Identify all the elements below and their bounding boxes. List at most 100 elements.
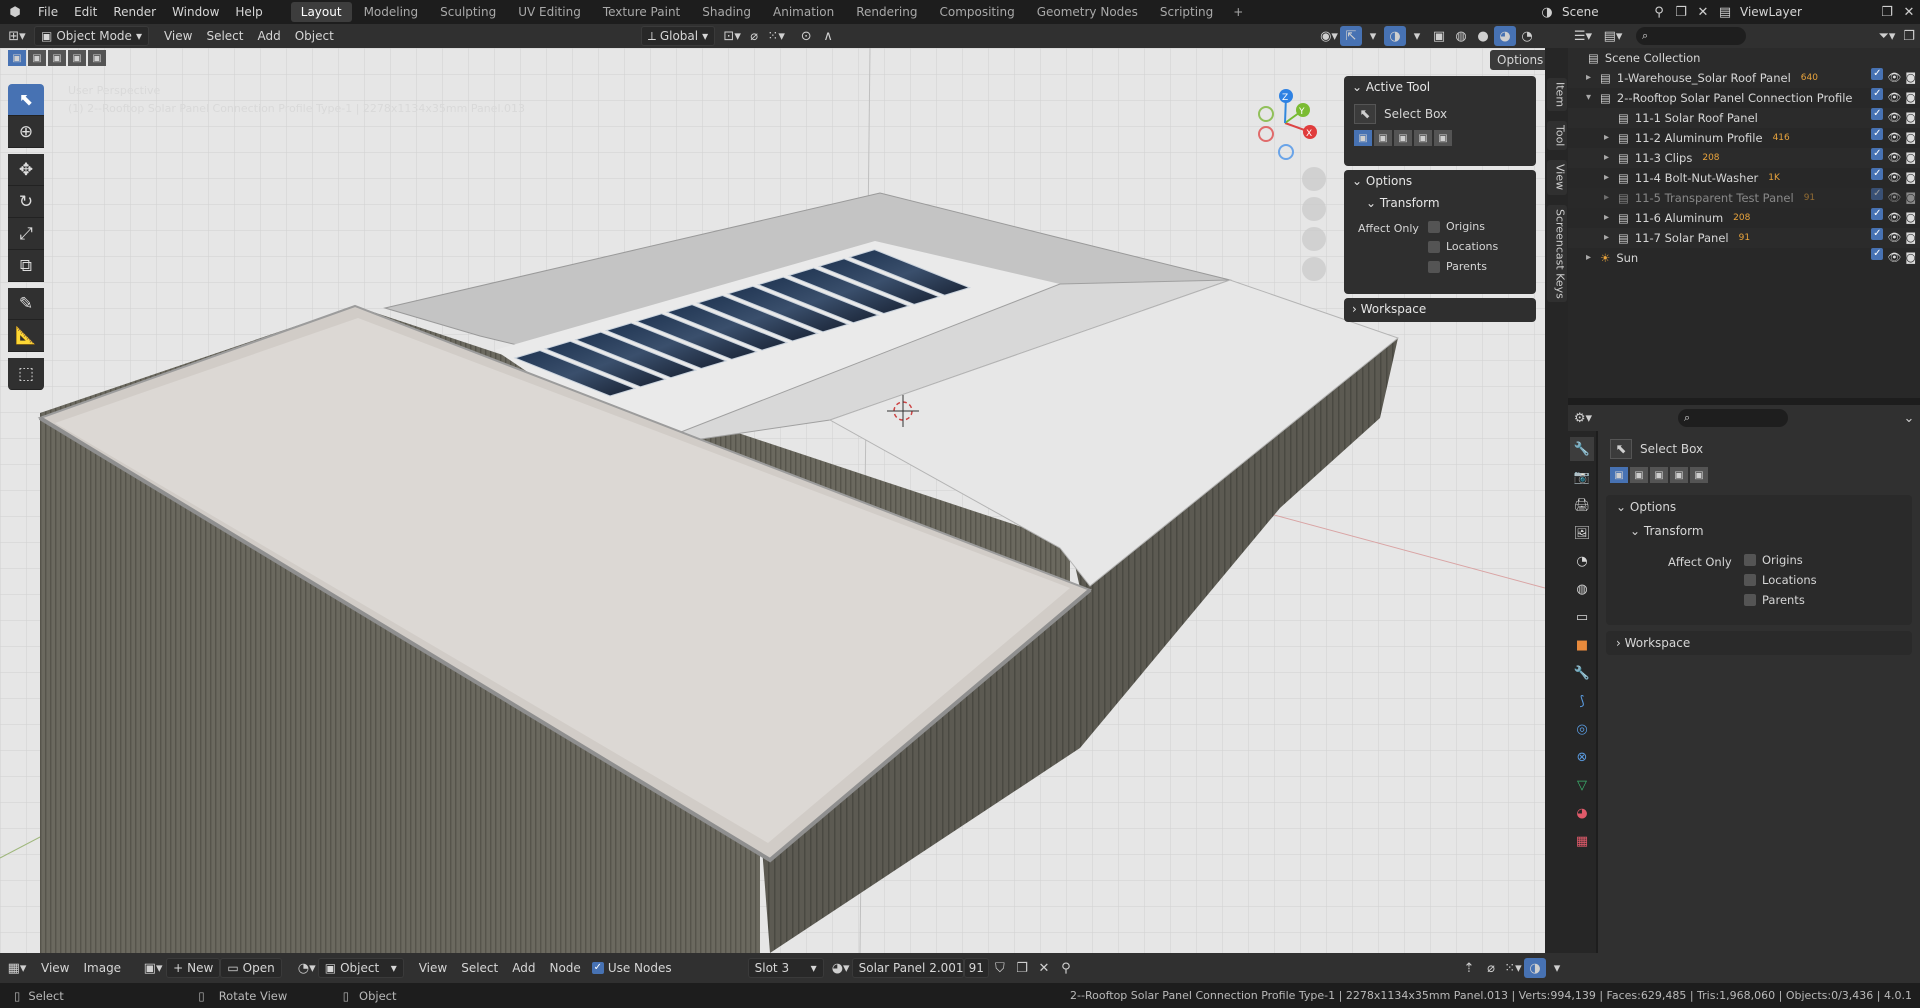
render-camera-icon[interactable]: ◙ [1905,168,1916,188]
view-layer-icon[interactable]: ▤ [1714,2,1736,22]
mode-subtract-icon[interactable]: ▣ [1394,130,1412,146]
delete-view-layer-icon[interactable]: ✕ [1898,2,1920,22]
material-users-count[interactable]: 91 [963,958,989,978]
tab-compositing[interactable]: Compositing [929,2,1024,22]
eye-icon[interactable]: 👁 [1887,128,1901,148]
menu-object[interactable]: Object [288,26,341,46]
material-browse-icon[interactable]: ◕▾ [830,958,852,978]
visibility-checkbox-icon[interactable] [1871,68,1884,80]
side-tab-tool[interactable]: Tool [1546,121,1567,151]
side-tab-view[interactable]: View [1546,160,1567,195]
pin-icon[interactable]: ⚲ [1055,958,1077,978]
properties-search-input[interactable]: ⌕ [1678,409,1788,427]
select-subtract-icon[interactable]: ▣ [48,50,66,66]
pivot-icon[interactable]: ⊡▾ [721,26,743,46]
mode-invert-icon[interactable]: ▣ [1414,130,1432,146]
select-box-tool-icon[interactable]: ⬉ [8,84,44,116]
mode-new-icon[interactable]: ▣ [1610,467,1628,483]
chevron-right-icon[interactable]: ▸ [1604,168,1618,188]
tab-animation[interactable]: Animation [763,2,844,22]
eye-icon[interactable]: 👁 [1887,148,1901,168]
menu-view-left[interactable]: View [34,958,76,978]
visibility-checkbox-icon[interactable] [1871,228,1884,240]
eye-icon[interactable]: 👁 [1887,228,1901,248]
shader-type-icon[interactable]: ◔▾ [296,958,318,978]
prop-options-header[interactable]: ⌄ Options [1606,495,1912,519]
mode-extend-icon[interactable]: ▣ [1374,130,1392,146]
mode-intersect-icon[interactable]: ▣ [1434,130,1452,146]
outliner-search-input[interactable]: ⌕ [1636,27,1746,45]
properties-editor-icon[interactable]: ⚙▾ [1568,408,1598,428]
active-tool-header[interactable]: ⌄ Active Tool [1344,76,1536,98]
slot-dropdown[interactable]: Slot 3 ▾ [747,958,824,978]
overlay-toggle-icon[interactable]: ◑ [1384,26,1406,46]
render-camera-icon[interactable]: ◙ [1905,68,1916,88]
tab-scripting[interactable]: Scripting [1150,2,1223,22]
select-intersect-icon[interactable]: ▣ [88,50,106,66]
visibility-icon[interactable]: ◉▾ [1318,26,1340,46]
render-tab-icon[interactable]: 📷 [1570,465,1594,489]
tab-rendering[interactable]: Rendering [846,2,927,22]
fake-user-icon[interactable]: ⛉ [989,958,1011,978]
texture-tab-icon[interactable]: ▦ [1570,829,1594,853]
outliner-row[interactable]: ▸☀ Sun 👁◙ [1568,248,1920,268]
side-tab-screencast-keys[interactable]: Screencast Keys [1546,204,1567,303]
annotate-tool-icon[interactable]: ✎ [8,288,44,320]
render-camera-icon[interactable]: ◙ [1905,88,1916,108]
cursor-tool-icon[interactable]: ⊕ [8,116,44,148]
measure-tool-icon[interactable]: 📐 [8,320,44,352]
workspace-panel[interactable]: › Workspace [1344,298,1536,322]
outliner-row[interactable]: ▸▤ 11-5 Transparent Test Panel 91 👁◙ [1568,188,1920,208]
eye-icon[interactable]: 👁 [1887,108,1901,128]
pan-hand-icon[interactable] [1302,197,1326,221]
prop-parents-checkbox[interactable]: Parents [1744,593,1805,607]
scale-tool-icon[interactable]: ⤢ [8,218,44,250]
node-menu-node[interactable]: Node [542,958,587,978]
gizmo-toggle-icon[interactable]: ⇱ [1340,26,1362,46]
mode-subtract-icon[interactable]: ▣ [1650,467,1668,483]
chevron-right-icon[interactable]: ▸ [1586,68,1600,88]
render-camera-icon[interactable]: ◙ [1905,148,1916,168]
chevron-right-icon[interactable]: ▸ [1586,248,1600,268]
wireframe-shading-icon[interactable]: ◍ [1450,26,1472,46]
options-dropdown[interactable]: Options▾ [1490,50,1545,70]
new-view-layer-icon[interactable]: ❐ [1876,2,1898,22]
falloff-icon[interactable]: ∧ [817,26,839,46]
render-camera-icon[interactable]: ◙ [1905,128,1916,148]
view-layer-tab-icon[interactable]: 🖼 [1570,521,1594,545]
transform-header[interactable]: ⌄ Transform [1344,192,1536,214]
outliner-row[interactable]: ▸▤ 11-2 Aluminum Profile 416 👁◙ [1568,128,1920,148]
new-scene-icon[interactable]: ❐ [1670,2,1692,22]
prop-workspace-panel[interactable]: › Workspace [1606,631,1912,655]
zoom-icon[interactable] [1302,167,1326,191]
3d-viewport[interactable]: User Perspective (1) 2--Rooftop Solar Pa… [0,48,1545,953]
mode-extend-icon[interactable]: ▣ [1630,467,1648,483]
tab-uv-editing[interactable]: UV Editing [508,2,591,22]
menu-window[interactable]: Window [164,2,227,22]
menu-select[interactable]: Select [199,26,250,46]
eye-icon[interactable]: 👁 [1887,248,1901,268]
duplicate-icon[interactable]: ❐ [1011,958,1033,978]
node-menu-select[interactable]: Select [454,958,505,978]
object-dropdown[interactable]: ▣ Object ▾ [317,958,404,978]
material-tab-icon[interactable]: ◕ [1570,801,1594,825]
editor-type-icon[interactable]: ⊞▾ [0,26,34,46]
eye-icon[interactable]: 👁 [1887,188,1901,208]
visibility-checkbox-icon[interactable] [1871,168,1884,180]
new-collection-icon[interactable]: ❐ [1898,26,1920,46]
mode-new-icon[interactable]: ▣ [1354,130,1372,146]
gizmo-dropdown-icon[interactable]: ▾ [1362,26,1384,46]
tab-layout[interactable]: Layout [290,2,352,22]
object-tab-icon[interactable]: ■ [1570,633,1594,657]
mode-dropdown[interactable]: ▣ Object Mode ▾ [34,26,149,46]
material-name-field[interactable]: Solar Panel 2.001 [851,958,964,978]
constraints-tab-icon[interactable]: ⊗ [1570,745,1594,769]
scene-tab-icon[interactable]: ◔ [1570,549,1594,573]
parents-checkbox[interactable]: Parents [1428,260,1487,273]
eye-icon[interactable]: 👁 [1887,208,1901,228]
node-overlay-icon[interactable]: ◑ [1524,958,1546,978]
snap-icon[interactable]: ⌀ [743,26,765,46]
data-tab-icon[interactable]: ▽ [1570,773,1594,797]
menu-file[interactable]: File [30,2,66,22]
select-box-icon[interactable]: ⬉ [1354,104,1376,124]
